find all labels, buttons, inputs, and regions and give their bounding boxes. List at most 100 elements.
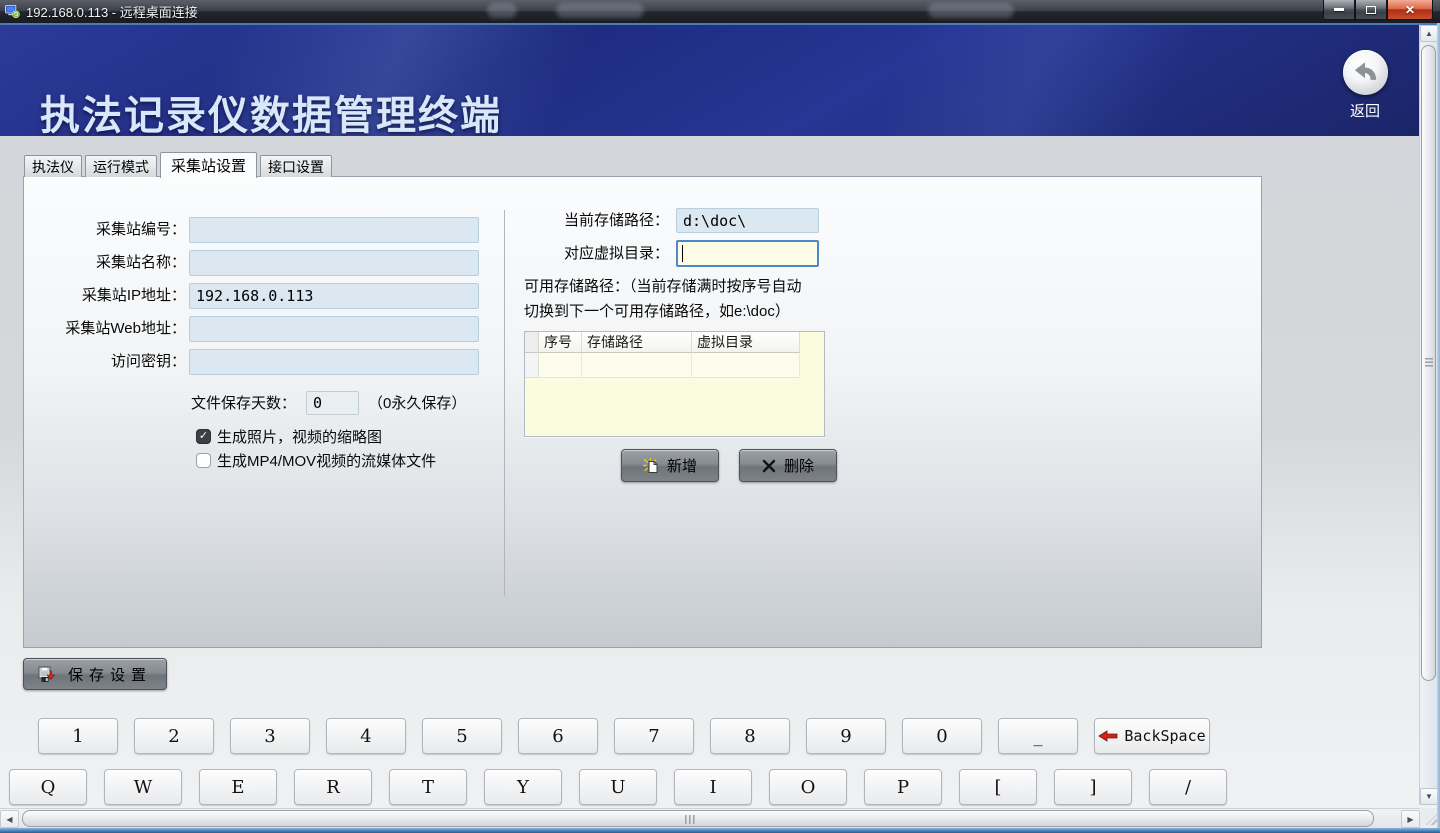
vertical-scrollbar[interactable]: ▲ ▼ [1419,25,1437,805]
generate-thumbnails-checkbox[interactable]: ✓ 生成照片，视频的缩略图 [196,427,382,445]
minimize-button[interactable] [1323,0,1355,20]
thumb-grip-icon [685,815,697,824]
key-7[interactable]: 7 [614,718,694,754]
station-web-label: 采集站Web地址： [24,316,186,342]
retention-days-field[interactable] [306,391,359,415]
current-path-field[interactable] [676,208,819,233]
key-u[interactable]: U [579,769,657,805]
add-button[interactable]: 新增 [621,449,719,482]
close-button[interactable]: ✕ [1387,0,1433,20]
key-1[interactable]: 1 [38,718,118,754]
row-selector-header [525,332,539,353]
scroll-right-button[interactable]: ▶ [1401,810,1420,828]
backspace-arrow-icon [1098,730,1118,742]
checkbox-label: 生成MP4/MOV视频的流媒体文件 [217,450,436,471]
access-key-label: 访问密钥： [24,349,186,375]
delete-button[interactable]: 删除 [739,449,837,482]
new-item-icon [643,458,659,474]
scroll-up-button[interactable]: ▲ [1420,25,1438,42]
station-ip-label: 采集站IP地址： [24,283,186,309]
key-backspace[interactable]: BackSpace [1094,718,1210,754]
tab-station-settings[interactable]: 采集站设置 [160,152,257,178]
column-header: 虚拟目录 [692,332,800,353]
titlebar: 192.168.0.113 - 远程桌面连接 ✕ [0,0,1440,23]
station-id-field[interactable] [189,217,479,243]
station-ip-field[interactable] [189,283,479,309]
horizontal-scrollbar[interactable]: ◀ ▶ [0,808,1420,828]
virtual-dir-field[interactable] [676,240,819,267]
backspace-label: BackSpace [1124,727,1205,745]
generate-streaming-checkbox[interactable]: 生成MP4/MOV视频的流媒体文件 [196,451,436,469]
vertical-scroll-thumb[interactable] [1421,45,1436,681]
station-name-field[interactable] [189,250,479,276]
key-p[interactable]: P [864,769,942,805]
maximize-icon [1366,6,1376,14]
row-selector-cell [525,353,539,378]
app-title: 执法记录仪数据管理终端 [40,83,502,136]
back-label: 返回 [1338,100,1392,121]
checkbox-unchecked-icon [196,453,211,468]
window-border-bottom [0,828,1440,833]
back-control: 返回 [1338,50,1392,121]
keyboard-row-2: QWERTYUIOP [] / [9,769,1227,805]
key-6[interactable]: 6 [518,718,598,754]
key-underscore[interactable]: _ [998,718,1078,754]
panel-divider [504,210,505,596]
delete-button-label: 删除 [784,455,814,476]
key-8[interactable]: 8 [710,718,790,754]
access-key-field[interactable] [189,349,479,375]
key-0[interactable]: 0 [902,718,982,754]
tab-recorder[interactable]: 执法仪 [24,155,82,177]
text-caret [682,245,683,262]
save-settings-button[interactable]: 保存设置 [23,658,167,690]
key-5[interactable]: 5 [422,718,502,754]
column-header: 序号 [539,332,582,353]
titlebar-artifact [556,3,644,18]
key-2[interactable]: 2 [134,718,214,754]
storage-paths-table[interactable]: 序号存储路径虚拟目录 [524,331,825,437]
titlebar-artifact [487,3,517,18]
titlebar-artifact [928,3,1014,18]
key-9[interactable]: 9 [806,718,886,754]
storage-hint-line1: 可用存储路径：（当前存储满时按序号自动 [524,274,802,299]
key-t[interactable]: T [389,769,467,805]
key-e[interactable]: E [199,769,277,805]
checkbox-checked-icon: ✓ [196,429,211,444]
key-y[interactable]: Y [484,769,562,805]
back-button[interactable] [1343,50,1388,95]
key-3[interactable]: 3 [230,718,310,754]
table-cell [539,353,582,378]
key-r[interactable]: R [294,769,372,805]
keyboard-row-1: 1234567890 _ BackSpace [38,718,1210,754]
rdp-icon [5,4,20,19]
key-slash[interactable]: / [1149,769,1227,805]
storage-hint-line2: 切换到下一个可用存储路径，如e:\doc） [524,299,790,324]
key-rbracket[interactable]: ] [1054,769,1132,805]
back-arrow-icon [1352,60,1378,85]
close-icon: ✕ [1405,4,1415,16]
maximize-button[interactable] [1355,0,1387,20]
key-4[interactable]: 4 [326,718,406,754]
tabbar: 执法仪运行模式采集站设置接口设置 [24,151,332,177]
horizontal-scroll-thumb[interactable] [22,810,1374,827]
window-title: 192.168.0.113 - 远程桌面连接 [26,2,198,21]
scroll-left-button[interactable]: ◀ [0,810,19,828]
window-controls: ✕ [1323,0,1433,20]
thumb-grip-icon [1425,358,1433,368]
checkbox-label: 生成照片，视频的缩略图 [217,426,382,447]
current-path-label: 当前存储路径： [464,208,669,234]
station-web-field[interactable] [189,316,479,342]
save-icon [38,666,56,683]
key-o[interactable]: O [769,769,847,805]
table-cell [582,353,692,378]
key-w[interactable]: W [104,769,182,805]
key-q[interactable]: Q [9,769,87,805]
key-i[interactable]: I [674,769,752,805]
scroll-down-button[interactable]: ▼ [1420,788,1438,805]
remote-desktop-window: 192.168.0.113 - 远程桌面连接 ✕ 执法记录仪数据管理终端 返回 … [0,0,1440,833]
tab-run-mode[interactable]: 运行模式 [85,155,157,177]
station-id-label: 采集站编号： [24,217,186,243]
key-lbracket[interactable]: [ [959,769,1037,805]
tab-interface-settings[interactable]: 接口设置 [260,155,332,177]
retention-label: 文件保存天数： [191,392,296,416]
